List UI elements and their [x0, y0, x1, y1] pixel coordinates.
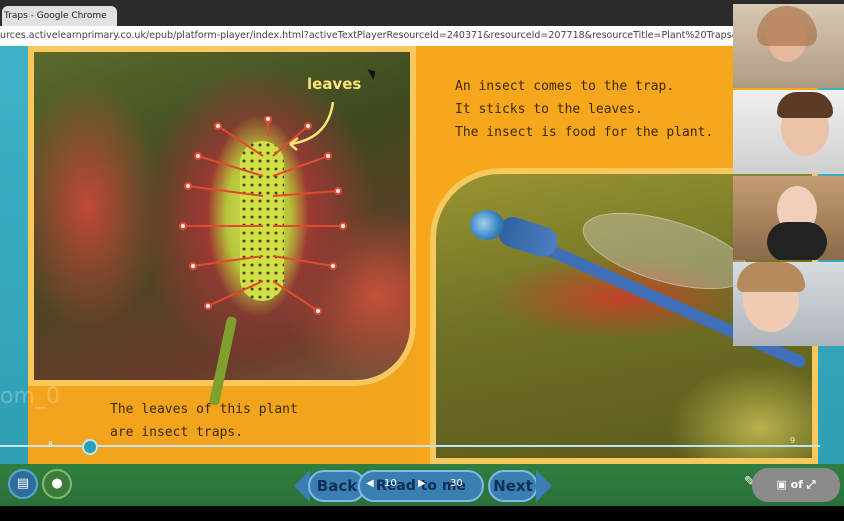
webcam-tile-4: [733, 262, 844, 346]
right-text-line-3: The insect is food for the plant.: [455, 125, 714, 140]
webcam-tile-2: [733, 90, 844, 174]
left-caption-line-2: are insect traps.: [110, 425, 244, 440]
participant-shirt: [767, 222, 827, 260]
damselfly-head: [470, 210, 504, 240]
next-arrow-icon[interactable]: [536, 470, 552, 502]
page-selector[interactable]: ▣ of ⤢: [752, 468, 840, 502]
notes-icon: ▤: [16, 476, 30, 491]
speaker-icon[interactable]: ◀: [366, 478, 374, 489]
page-select-icon: ▣: [776, 478, 791, 491]
right-text-line-1: An insect comes to the trap.: [455, 79, 675, 94]
webcam-tile-1: [733, 4, 844, 88]
bug-icon: ●: [51, 476, 63, 491]
browser-tab[interactable]: Traps - Google Chrome: [2, 6, 117, 26]
bug-button[interactable]: ●: [42, 469, 72, 499]
play-icon[interactable]: ▶: [418, 478, 426, 489]
scrub-knob[interactable]: [82, 439, 98, 455]
address-bar[interactable]: urces.activelearnprimary.co.uk/epub/plat…: [0, 26, 844, 47]
participant-hair: [757, 6, 817, 46]
rewind-button[interactable]: 10: [384, 478, 397, 489]
right-text-line-2: It sticks to the leaves.: [455, 102, 643, 117]
left-caption-line-1: The leaves of this plant: [110, 402, 298, 417]
leaves-pointer-arrow: [289, 101, 335, 151]
bottom-bar: [0, 506, 844, 521]
browser-titlebar: Traps - Google Chrome: [0, 0, 844, 26]
expand-icon[interactable]: ⤢: [807, 478, 816, 491]
leaves-label: leaves: [307, 75, 362, 93]
scrub-tick: 8: [48, 440, 54, 449]
participant-hair: [737, 262, 805, 292]
right-page-text: An insect comes to the trap. It sticks t…: [455, 75, 713, 144]
left-caption: The leaves of this plant are insect trap…: [110, 398, 298, 444]
watermark-text: om_0: [0, 384, 60, 409]
page-of-label: of: [790, 478, 803, 491]
notes-button[interactable]: ▤: [8, 469, 38, 499]
forward-button[interactable]: 30: [450, 478, 463, 489]
participant-hair: [777, 92, 833, 118]
scrub-track[interactable]: [0, 445, 820, 447]
page-number: 9: [790, 436, 796, 445]
next-button[interactable]: Next: [488, 470, 538, 502]
webcam-tile-3: [733, 176, 844, 260]
